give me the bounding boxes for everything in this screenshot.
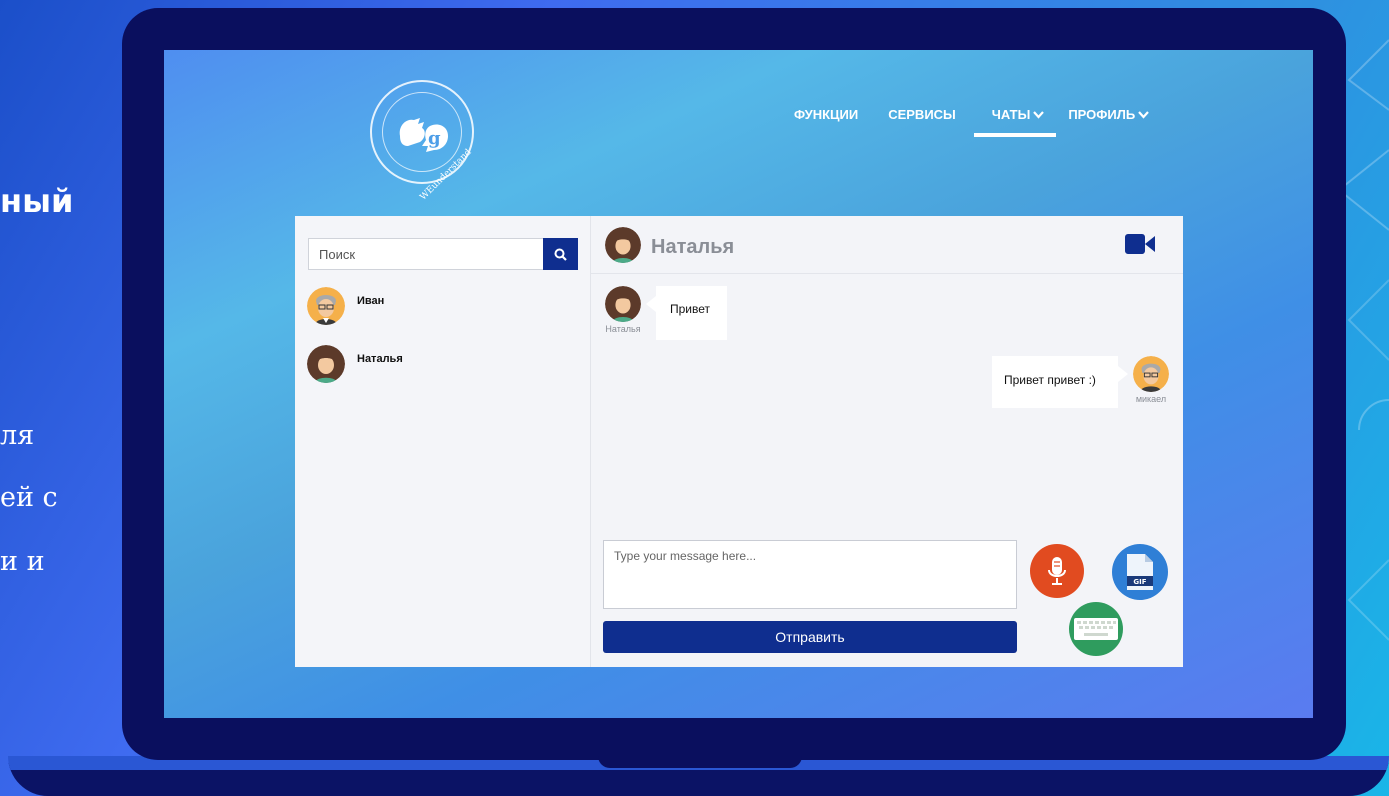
keyboard-button[interactable] (1069, 602, 1123, 656)
contacts-sidebar: Иван Наталья (295, 216, 591, 667)
search-icon (554, 248, 567, 261)
slide-text-line-3: и и (0, 546, 45, 577)
nav-item-label: ПРОФИЛЬ (1068, 107, 1136, 122)
message-bubble: Привет (646, 286, 727, 340)
hands-icon: g (399, 118, 448, 152)
slide-text-line-1: ля (0, 420, 35, 451)
microphone-button[interactable] (1030, 544, 1084, 598)
chevron-down-icon (1033, 110, 1045, 119)
female-avatar (307, 345, 345, 383)
contact-item-natalya[interactable]: Наталья (307, 345, 403, 383)
laptop-notch (598, 756, 802, 768)
message-outgoing: Привет привет :) микаел (992, 356, 1171, 408)
conversation-title: Наталья (651, 236, 735, 258)
female-avatar (605, 286, 641, 322)
female-avatar (605, 226, 641, 263)
nav-item-functions[interactable]: ФУНКЦИИ (794, 107, 858, 122)
search-button[interactable] (543, 238, 578, 270)
slide-title-fragment: ный (0, 182, 74, 220)
slide-text-line-2: ей с (0, 482, 58, 513)
nav-item-services[interactable]: СЕРВИСЫ (888, 107, 956, 122)
message-author: Наталья (603, 286, 643, 340)
contact-item-ivan[interactable]: Иван (307, 287, 384, 325)
chevron-down-icon (1138, 110, 1150, 119)
search-input[interactable] (308, 238, 543, 270)
author-label: микаел (1135, 394, 1167, 404)
search-box (308, 238, 578, 270)
message-incoming: Наталья Привет (603, 286, 727, 340)
nav-item-label: ФУНКЦИИ (794, 107, 859, 122)
gif-button[interactable]: GIF (1112, 544, 1168, 600)
video-call-icon[interactable] (1125, 234, 1155, 254)
nav-item-label: СЕРВИСЫ (888, 107, 956, 122)
chat-panel: Иван Наталья (295, 216, 1183, 667)
send-button[interactable]: Отправить (603, 621, 1017, 653)
conversation-header: Наталья (591, 216, 1183, 274)
contact-name: Иван (357, 295, 385, 307)
author-label: Наталья (605, 324, 641, 334)
male-avatar (1133, 356, 1169, 392)
svg-text:g: g (428, 128, 441, 149)
keyboard-icon (1074, 618, 1118, 640)
message-input[interactable] (603, 540, 1017, 609)
main-nav: ФУНКЦИИ СЕРВИСЫ ЧАТЫ ПРОФИЛЬ (794, 107, 1179, 137)
nav-item-label: ЧАТЫ (991, 107, 1031, 122)
gif-file-icon: GIF (1127, 554, 1153, 590)
contact-name: Наталья (357, 353, 403, 365)
site-logo[interactable]: g WEunderstand (370, 80, 474, 203)
message-author: микаел (1131, 356, 1171, 408)
microphone-icon (1048, 557, 1066, 585)
male-avatar (307, 287, 345, 325)
nav-item-profile[interactable]: ПРОФИЛЬ (1068, 107, 1150, 122)
laptop-screen: g WEunderstand ФУНКЦИИ СЕРВИСЫ ЧАТЫ ПРОФ… (164, 50, 1313, 718)
nav-item-chats[interactable]: ЧАТЫ (973, 107, 1056, 137)
message-bubble: Привет привет :) (992, 356, 1128, 408)
conversation-pane: Наталья Наталья Привет Привет привет:) … (591, 216, 1183, 667)
gif-label: GIF (1133, 578, 1146, 586)
